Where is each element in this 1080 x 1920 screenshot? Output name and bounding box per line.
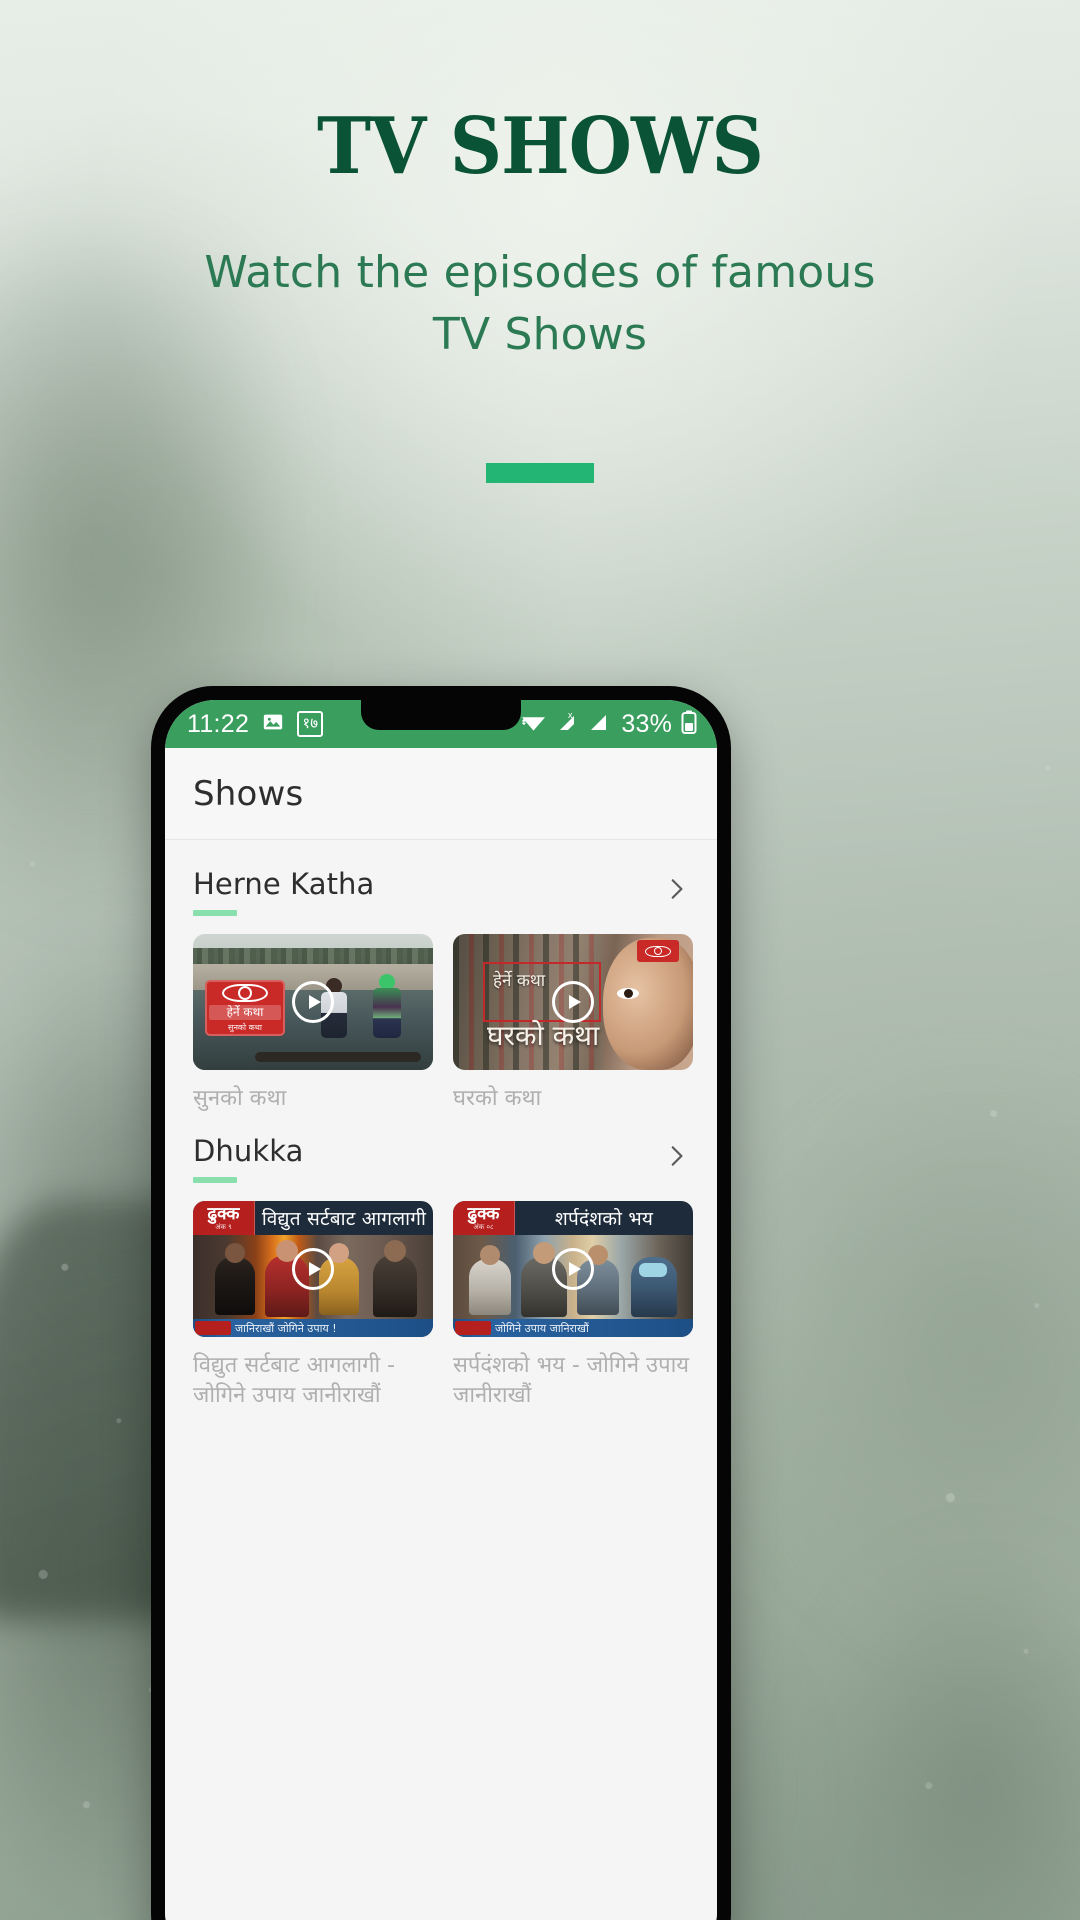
herne-katha-mini-logo — [637, 940, 679, 963]
status-bar-right: x 33% — [521, 710, 697, 739]
badge-main-text: ढुक्क — [467, 1203, 500, 1224]
card-caption: घरको कथा — [453, 1086, 542, 1112]
thumbnail-face-mask — [639, 1263, 667, 1278]
svg-text:x: x — [568, 711, 573, 720]
logo-text: हेर्ने कथा — [209, 1005, 281, 1021]
play-triangle — [569, 995, 581, 1010]
chevron-right-icon[interactable] — [657, 870, 695, 908]
battery-icon — [681, 710, 697, 739]
play-triangle — [569, 1262, 581, 1277]
signal-no-sim-icon: x — [555, 710, 579, 738]
section-header[interactable]: Dhukka — [165, 1121, 717, 1184]
card-row[interactable]: ढुक्क अंक ९ विद्युत सर्टबाट आगलागी जानिर… — [165, 1201, 717, 1412]
chevron-right-icon[interactable] — [657, 1137, 695, 1175]
eye-icon — [645, 945, 671, 957]
thumbnail-overlay-text-2: घरको कथा — [487, 1019, 600, 1053]
phone-notch — [361, 700, 521, 730]
play-triangle — [309, 995, 321, 1010]
app-bar: Shows — [165, 748, 717, 840]
ticker-tag — [195, 1321, 231, 1336]
banner-title: शर्पदंशको भय — [554, 1208, 654, 1231]
section-underline — [193, 1177, 237, 1184]
section-underline — [193, 910, 237, 917]
page-subtitle: Watch the episodes of famous TV Shows — [0, 242, 1080, 367]
ticker-tag — [455, 1321, 491, 1336]
play-circle-icon[interactable] — [552, 1248, 594, 1291]
video-thumbnail[interactable]: ढुक्क अंक ९ विद्युत सर्टबाट आगलागी जानिर… — [193, 1201, 433, 1338]
section-title: Herne Katha — [193, 867, 375, 901]
card-caption: विद्युत सर्टबाट आगलागी - जोगिने उपाय जान… — [193, 1353, 396, 1409]
dhukka-badge: ढुक्क अंक ९ — [193, 1201, 255, 1236]
thumbnail-ticker: जानिराखौं जोगिने उपाय ! — [193, 1319, 433, 1338]
show-section-dhukka: Dhukka ढुक्क अंक ९ विद्युत सर्टबाट आगलाग… — [165, 1121, 717, 1412]
herne-katha-logo: हेर्ने कथा सुनको कथा — [205, 980, 285, 1037]
page-subtitle-line-2: TV Shows — [432, 309, 648, 361]
show-section-herne-katha: Herne Katha हेर्ने कथा सुनको कथा सुनको क… — [165, 854, 717, 1115]
card-caption: सर्पदंशको भय - जोगिने उपाय जानीराखौं — [453, 1353, 690, 1409]
status-bar-left: 11:22 १७ — [187, 709, 324, 739]
logo-subtext: सुनको कथा — [228, 1023, 262, 1033]
battery-percent: 33% — [621, 709, 672, 738]
phone-mockup: 11:22 १७ x 33% Shows Herne Katha हेर्ने … — [151, 686, 731, 1920]
video-thumbnail[interactable]: हेर्ने कथा सुनको कथा — [193, 934, 433, 1071]
play-circle-icon[interactable] — [292, 981, 334, 1024]
section-title-wrap: Dhukka — [193, 1133, 657, 1184]
image-icon — [262, 711, 284, 738]
show-card[interactable]: हेर्ने कथा घरको कथा घरको कथा — [453, 934, 693, 1114]
play-triangle — [309, 1262, 321, 1277]
video-thumbnail[interactable]: हेर्ने कथा घरको कथा — [453, 934, 693, 1071]
thumbnail-overlay-text-1: हेर्ने कथा — [493, 971, 546, 992]
show-card[interactable]: ढुक्क अंक ९ विद्युत सर्टबाट आगलागी जानिर… — [193, 1201, 433, 1412]
section-title: Dhukka — [193, 1133, 304, 1168]
promo-header: TV SHOWS Watch the episodes of famous TV… — [0, 0, 1080, 483]
eye-icon — [222, 984, 268, 1003]
status-clock: 11:22 — [187, 709, 250, 738]
badge-main-text: ढुक्क — [207, 1203, 240, 1224]
page-subtitle-line-1: Watch the episodes of famous — [204, 247, 876, 298]
banner-title: विद्युत सर्टबाट आगलागी — [261, 1208, 427, 1231]
page-title: TV SHOWS — [316, 101, 764, 192]
section-header[interactable]: Herne Katha — [165, 854, 717, 917]
wifi-icon — [521, 711, 546, 738]
thumbnail-banner: ढुक्क अंक ०८ शर्पदंशको भय — [453, 1201, 693, 1236]
play-circle-icon[interactable] — [552, 981, 594, 1024]
notification-badge: १७ — [297, 711, 324, 737]
app-bar-title: Shows — [193, 773, 304, 814]
show-card[interactable]: ढुक्क अंक ०८ शर्पदंशको भय जोगिने उपाय जा… — [453, 1201, 693, 1412]
accent-divider — [486, 462, 594, 483]
shows-list[interactable]: Herne Katha हेर्ने कथा सुनको कथा सुनको क… — [165, 840, 717, 1920]
badge-sub-text: अंक ९ — [215, 1222, 232, 1231]
badge-sub-text: अंक ०८ — [473, 1222, 494, 1231]
card-row[interactable]: हेर्ने कथा सुनको कथा सुनको कथा हेर्ने कथ… — [165, 934, 717, 1114]
thumbnail-ticker: जोगिने उपाय जानिराखौं — [453, 1319, 693, 1338]
thumbnail-person-right — [373, 974, 401, 1039]
section-title-wrap: Herne Katha — [193, 867, 657, 917]
thumbnail-treeline — [193, 948, 433, 965]
show-card[interactable]: हेर्ने कथा सुनको कथा सुनको कथा — [193, 934, 433, 1114]
dhukka-badge: ढुक्क अंक ०८ — [453, 1201, 515, 1236]
signal-bars-icon — [588, 711, 610, 738]
card-caption: सुनको कथा — [193, 1086, 287, 1112]
video-thumbnail[interactable]: ढुक्क अंक ०८ शर्पदंशको भय जोगिने उपाय जा… — [453, 1201, 693, 1338]
play-circle-icon[interactable] — [292, 1248, 334, 1291]
thumbnail-banner: ढुक्क अंक ९ विद्युत सर्टबाट आगलागी — [193, 1201, 433, 1236]
phone-screen: 11:22 १७ x 33% Shows Herne Katha हेर्ने … — [165, 700, 717, 1920]
thumbnail-log — [255, 1052, 421, 1063]
